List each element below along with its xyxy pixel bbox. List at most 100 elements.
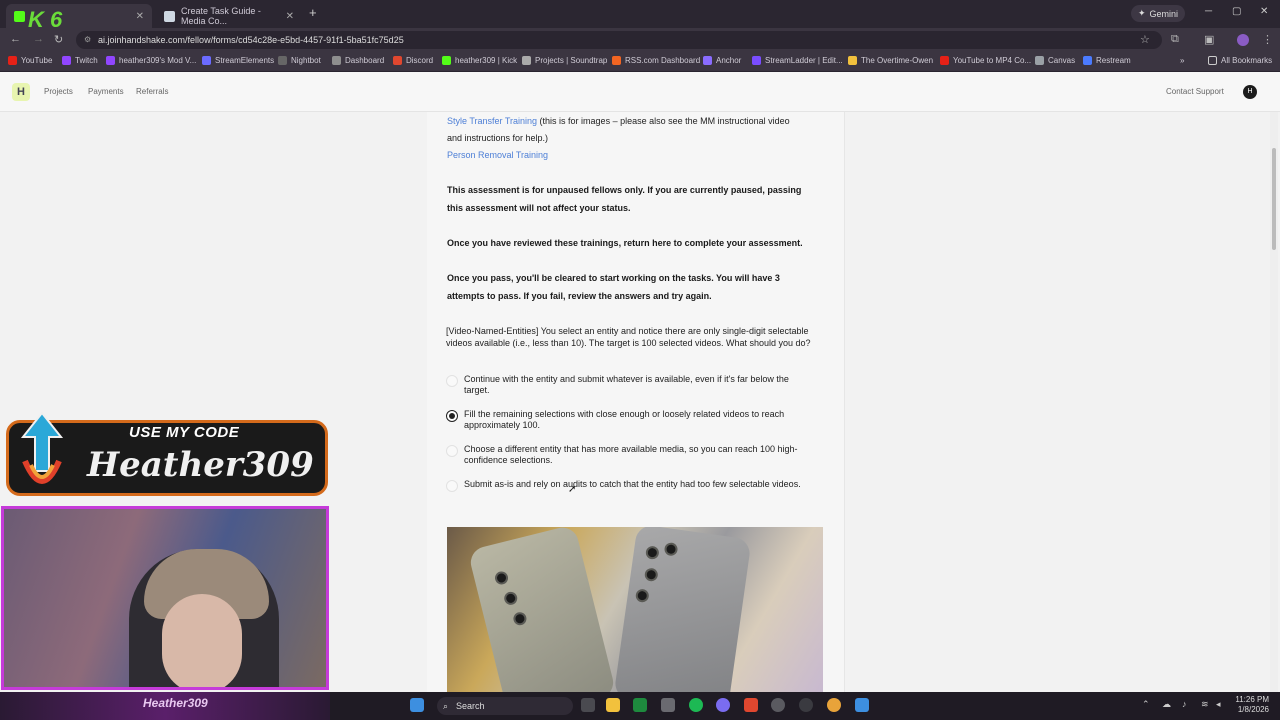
nav-referrals[interactable]: Referrals <box>136 87 168 96</box>
radio-button[interactable] <box>446 375 458 387</box>
bookmark-mod-view[interactable]: heather309's Mod V... <box>106 56 196 65</box>
all-bookmarks[interactable]: All Bookmarks <box>1208 56 1272 65</box>
bookmark-label: Projects | Soundtrap <box>535 56 608 65</box>
bookmark-label: The Overtime-Owen <box>861 56 934 65</box>
bookmarks-overflow-icon[interactable]: » <box>1180 56 1184 65</box>
bookmark-yt-mp4[interactable]: YouTube to MP4 Co... <box>940 56 1031 65</box>
scrollbar-thumb[interactable] <box>1272 148 1276 250</box>
search-icon: ⌕ <box>443 701 449 711</box>
bookmark-overtime[interactable]: The Overtime-Owen <box>848 56 933 65</box>
handshake-logo[interactable]: H <box>12 83 30 101</box>
answer-option-2[interactable]: Fill the remaining selections with close… <box>446 409 826 431</box>
close-icon[interactable]: ✕ <box>136 11 144 22</box>
bookmark-youtube[interactable]: YouTube <box>8 56 52 65</box>
discord-icon <box>393 56 402 65</box>
app-header: H Projects Payments Referrals Contact Su… <box>0 72 1280 112</box>
radio-button[interactable] <box>446 480 458 492</box>
volume-icon[interactable]: ◂ <box>1216 699 1221 710</box>
obs-icon[interactable] <box>771 698 785 712</box>
bookmark-twitch[interactable]: Twitch <box>62 56 98 65</box>
maximize-icon[interactable]: ▢ <box>1232 6 1241 17</box>
bookmark-label: heather309 | Kick <box>455 56 518 65</box>
mic-icon[interactable]: ♪ <box>1182 699 1187 709</box>
radio-button-selected[interactable] <box>446 410 458 422</box>
chrome-icon[interactable] <box>827 698 841 712</box>
globe-icon <box>164 10 175 22</box>
sidepanel-icon[interactable]: ▣ <box>1204 33 1214 46</box>
contact-support-link[interactable]: Contact Support <box>1166 87 1224 96</box>
folder-icon <box>1208 56 1217 65</box>
nav-projects[interactable]: Projects <box>44 87 73 96</box>
signature-text: Heather309 <box>143 696 208 710</box>
store-icon[interactable] <box>661 698 675 712</box>
map-pin-icon[interactable] <box>744 698 758 712</box>
gemini-button[interactable]: ✦ Gemini <box>1131 5 1186 22</box>
menu-icon[interactable]: ⋮ <box>1262 33 1273 46</box>
bookmark-discord[interactable]: Discord <box>393 56 433 65</box>
bookmark-streamelements[interactable]: StreamElements <box>202 56 274 65</box>
bookmark-restream[interactable]: Restream <box>1083 56 1131 65</box>
option-label: Choose a different entity that has more … <box>464 444 798 465</box>
bookmark-label: YouTube <box>21 56 53 65</box>
wifi-icon[interactable]: ≋ <box>1201 699 1209 710</box>
reload-icon[interactable]: ↻ <box>54 33 63 46</box>
taskbar-clock[interactable]: 11:26 PM 1/8/2026 <box>1235 695 1269 715</box>
bookmark-label: heather309's Mod V... <box>119 56 197 65</box>
dashboard-icon <box>332 56 341 65</box>
app-icon[interactable] <box>799 698 813 712</box>
bookmark-streamladder[interactable]: StreamLadder | Edit... <box>752 56 843 65</box>
bookmark-kick[interactable]: heather309 | Kick <box>442 56 517 65</box>
window-close-icon[interactable]: ✕ <box>1260 6 1268 17</box>
notice-attempts-line1: Once you pass, you'll be cleared to star… <box>447 273 780 283</box>
windows-start-icon[interactable] <box>410 698 424 712</box>
taskbar-search[interactable]: ⌕ Search <box>437 697 573 715</box>
bookmark-nightbot[interactable]: Nightbot <box>278 56 321 65</box>
back-icon[interactable]: ← <box>10 33 21 45</box>
tab-create-task-guide[interactable]: Create Task Guide - Media Co... ✕ <box>156 4 302 28</box>
site-info-icon[interactable]: ⚙ <box>84 35 91 44</box>
profile-avatar[interactable] <box>1237 34 1249 46</box>
new-tab-icon[interactable]: + <box>309 5 317 20</box>
xbox-icon[interactable] <box>633 698 647 712</box>
star-icon[interactable]: ☆ <box>1140 33 1150 46</box>
forward-icon[interactable]: → <box>33 33 44 45</box>
training-note-cont: and instructions for help.) <box>447 133 549 143</box>
bookmark-soundtrap[interactable]: Projects | Soundtrap <box>522 56 607 65</box>
anchor-icon <box>703 56 712 65</box>
bookmark-label: RSS.com Dashboard <box>625 56 701 65</box>
corner-badge: K 6 <box>28 7 63 32</box>
answer-option-4[interactable]: Submit as-is and rely on audits to catch… <box>446 479 826 492</box>
phone-image <box>467 527 617 692</box>
bookmark-canvas[interactable]: Canvas <box>1035 56 1075 65</box>
bookmark-dashboard[interactable]: Dashboard <box>332 56 384 65</box>
notice-unpaused-line2: this assessment will not affect your sta… <box>447 203 631 213</box>
app-icon[interactable] <box>855 698 869 712</box>
bookmark-rss[interactable]: RSS.com Dashboard <box>612 56 700 65</box>
extensions-icon[interactable]: ⧉ <box>1171 33 1179 46</box>
answer-option-3[interactable]: Choose a different entity that has more … <box>446 444 826 466</box>
nav-payments[interactable]: Payments <box>88 87 124 96</box>
discord-icon[interactable] <box>716 698 730 712</box>
url-text: ai.joinhandshake.com/fellow/forms/cd54c2… <box>98 35 404 45</box>
gemini-label: Gemini <box>1149 8 1179 19</box>
minimize-icon[interactable]: ─ <box>1205 6 1212 17</box>
promo-code: Heather309 <box>87 445 314 485</box>
answer-option-1[interactable]: Continue with the entity and submit what… <box>446 374 826 396</box>
clock-time: 11:26 PM <box>1235 695 1269 704</box>
url-bar[interactable]: ⚙ ai.joinhandshake.com/fellow/forms/cd54… <box>76 31 1162 49</box>
bookmark-label: Canvas <box>1048 56 1076 65</box>
bookmark-label: StreamElements <box>215 56 275 65</box>
file-explorer-icon[interactable] <box>606 698 620 712</box>
tray-chevron-icon[interactable]: ⌃ <box>1142 699 1150 710</box>
streamelements-icon <box>202 56 211 65</box>
spotify-icon[interactable] <box>689 698 703 712</box>
style-transfer-training-link[interactable]: Style Transfer Training <box>447 116 537 126</box>
radio-button[interactable] <box>446 445 458 457</box>
bookmark-anchor[interactable]: Anchor <box>703 56 741 65</box>
stream-signature-bar: Heather309 <box>0 692 330 720</box>
person-removal-training-link[interactable]: Person Removal Training <box>447 147 548 164</box>
user-avatar[interactable]: H <box>1243 85 1257 99</box>
cloud-icon[interactable]: ☁ <box>1162 699 1171 710</box>
task-view-icon[interactable] <box>581 698 595 712</box>
close-icon[interactable]: ✕ <box>286 11 294 22</box>
